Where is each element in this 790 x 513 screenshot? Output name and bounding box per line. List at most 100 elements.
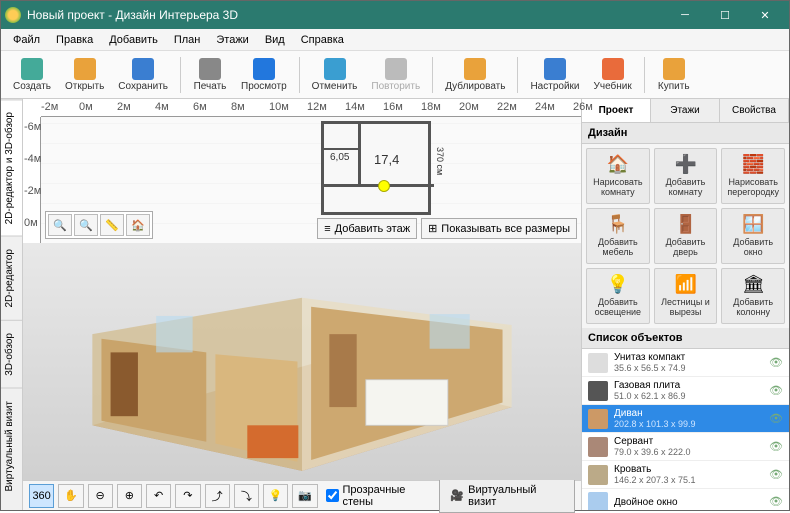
vtab-1[interactable]: 2D-редактор	[1, 236, 22, 320]
design-grid: 🏠Нарисовать комнату➕Добавить комнату🧱Нар…	[582, 144, 789, 328]
bottom-toolbar: 360 ✋ ⊖ ⊕ ↶ ↷ ⤴ ⤵ 💡 📷 Прозрачные стены 🎥…	[23, 480, 581, 510]
rotate-left-button[interactable]: ↶	[146, 484, 171, 508]
design-cell-4[interactable]: 🚪Добавить дверь	[654, 208, 718, 264]
object-item-5[interactable]: Двойное окно👁	[582, 489, 789, 510]
camera-marker-icon[interactable]	[378, 180, 390, 192]
plan-canvas[interactable]: 6,05 17,4 370 см 🔍 🔍 📏 🏠 ≡Добавить этаж …	[41, 117, 581, 243]
tilt-down-button[interactable]: ⤵	[234, 484, 259, 508]
save-button[interactable]: Сохранить	[112, 56, 174, 94]
object-item-4[interactable]: Кровать146.2 x 207.3 x 75.1👁	[582, 461, 789, 489]
design-cell-8[interactable]: 🏛Добавить колонну	[721, 268, 785, 324]
show-dimensions-button[interactable]: ⊞Показывать все размеры	[421, 218, 577, 239]
object-thumb-icon	[588, 381, 608, 401]
duplicate-icon	[464, 58, 486, 80]
duplicate-button[interactable]: Дублировать	[439, 56, 511, 94]
undo-icon	[324, 58, 346, 80]
preview-button[interactable]: Просмотр	[235, 56, 293, 94]
ruler-button[interactable]: 📏	[100, 214, 124, 236]
height-label: 370 см	[435, 147, 445, 175]
visibility-toggle-icon[interactable]: 👁	[769, 495, 783, 509]
visibility-toggle-icon[interactable]: 👁	[769, 440, 783, 454]
object-item-1[interactable]: Газовая плита51.0 x 62.1 x 86.9👁	[582, 377, 789, 405]
design-cell-7[interactable]: 📶Лестницы и вырезы	[654, 268, 718, 324]
print-button[interactable]: Печать	[187, 56, 233, 94]
zoom-out-button[interactable]: 🔍	[48, 214, 72, 236]
zoom-in-3d-button[interactable]: ⊕	[117, 484, 142, 508]
object-thumb-icon	[588, 437, 608, 457]
plan-2d[interactable]: -6м-4м-2м0м 6,05 17,4 370 см 🔍 🔍 �	[23, 117, 581, 243]
object-item-3[interactable]: Сервант79.0 x 39.6 x 222.0👁	[582, 433, 789, 461]
object-thumb-icon	[588, 409, 608, 429]
maximize-button[interactable]: ☐	[705, 1, 745, 29]
menu-этажи[interactable]: Этажи	[208, 32, 256, 48]
virtual-visit-button[interactable]: 🎥Виртуальный визит	[439, 479, 575, 513]
design-cell-1[interactable]: ➕Добавить комнату	[654, 148, 718, 204]
visibility-toggle-icon[interactable]: 👁	[769, 468, 783, 482]
room1-area: 6,05	[330, 152, 349, 163]
layers-icon: ≡	[324, 223, 330, 235]
vtab-2[interactable]: 3D-обзор	[1, 320, 22, 388]
right-panel: ПроектЭтажиСвойства Дизайн 🏠Нарисовать к…	[581, 99, 789, 510]
design-cell-3[interactable]: 🪑Добавить мебель	[586, 208, 650, 264]
toolbar-separator	[517, 57, 518, 93]
object-item-2[interactable]: Диван202.8 x 101.3 x 99.9👁	[582, 405, 789, 433]
right-tabs: ПроектЭтажиСвойства	[582, 99, 789, 123]
rotate-right-button[interactable]: ↷	[175, 484, 200, 508]
open-button[interactable]: Открыть	[59, 56, 110, 94]
visibility-toggle-icon[interactable]: 👁	[769, 384, 783, 398]
close-button[interactable]: ✕	[745, 1, 785, 29]
design-cell-0[interactable]: 🏠Нарисовать комнату	[586, 148, 650, 204]
toolbar-separator	[644, 57, 645, 93]
settings-icon	[544, 58, 566, 80]
zoom-out-3d-button[interactable]: ⊖	[88, 484, 113, 508]
object-thumb-icon	[588, 353, 608, 373]
objects-list: Унитаз компакт35.6 x 56.5 x 74.9👁Газовая…	[582, 349, 789, 510]
titlebar: Новый проект - Дизайн Интерьера 3D ─ ☐ ✕	[1, 1, 789, 29]
view360-button[interactable]: 360	[29, 484, 54, 508]
dimensions-icon: ⊞	[428, 222, 437, 235]
menu-план[interactable]: План	[166, 32, 209, 48]
menu-вид[interactable]: Вид	[257, 32, 293, 48]
visibility-toggle-icon[interactable]: 👁	[769, 356, 783, 370]
add-floor-button[interactable]: ≡Добавить этаж	[317, 218, 417, 239]
menu-справка[interactable]: Справка	[293, 32, 352, 48]
buy-button[interactable]: Купить	[651, 56, 697, 94]
vtab-0[interactable]: 2D-редактор и 3D-обзор	[1, 99, 22, 236]
pan-button[interactable]: ✋	[58, 484, 83, 508]
vtab-3[interactable]: Виртуальный визит	[1, 388, 22, 504]
design-cell-6[interactable]: 💡Добавить освещение	[586, 268, 650, 324]
toolbar-separator	[180, 57, 181, 93]
view-3d[interactable]	[23, 243, 581, 480]
visibility-toggle-icon[interactable]: 👁	[769, 412, 783, 426]
floorplan[interactable]: 6,05 17,4	[321, 121, 431, 215]
transparent-walls-checkbox[interactable]: Прозрачные стены	[326, 484, 436, 508]
minimize-button[interactable]: ─	[665, 1, 705, 29]
zoom-in-button[interactable]: 🔍	[74, 214, 98, 236]
menu-файл[interactable]: Файл	[5, 32, 48, 48]
plan-right-buttons: ≡Добавить этаж ⊞Показывать все размеры	[317, 218, 577, 239]
print-icon	[199, 58, 221, 80]
tilt-up-button[interactable]: ⤴	[205, 484, 230, 508]
design-cell-5[interactable]: 🪟Добавить окно	[721, 208, 785, 264]
ruler-vertical: -6м-4м-2м0м	[23, 117, 41, 243]
menubar: ФайлПравкаДобавитьПланЭтажиВидСправка	[1, 29, 789, 51]
rtab-2[interactable]: Свойства	[720, 99, 789, 122]
menu-правка[interactable]: Правка	[48, 32, 101, 48]
settings-button[interactable]: Настройки	[524, 56, 585, 94]
design-cell-2[interactable]: 🧱Нарисовать перегородку	[721, 148, 785, 204]
undo-button[interactable]: Отменить	[306, 56, 364, 94]
create-button[interactable]: Создать	[7, 56, 57, 94]
light-button[interactable]: 💡	[263, 484, 288, 508]
home-button[interactable]: 🏠	[126, 214, 150, 236]
object-item-0[interactable]: Унитаз компакт35.6 x 56.5 x 74.9👁	[582, 349, 789, 377]
create-icon	[21, 58, 43, 80]
menu-добавить[interactable]: Добавить	[101, 32, 166, 48]
camera-button[interactable]: 📷	[292, 484, 317, 508]
plan-tools: 🔍 🔍 📏 🏠	[45, 211, 153, 239]
toolbar: СоздатьОткрытьСохранить ПечатьПросмотр Отм…	[1, 51, 789, 99]
toolbar-separator	[299, 57, 300, 93]
tutorial-button[interactable]: Учебник	[588, 56, 638, 94]
rtab-1[interactable]: Этажи	[651, 99, 720, 122]
video-icon: 🎥	[450, 489, 464, 502]
redo-button[interactable]: Повторить	[365, 56, 426, 94]
